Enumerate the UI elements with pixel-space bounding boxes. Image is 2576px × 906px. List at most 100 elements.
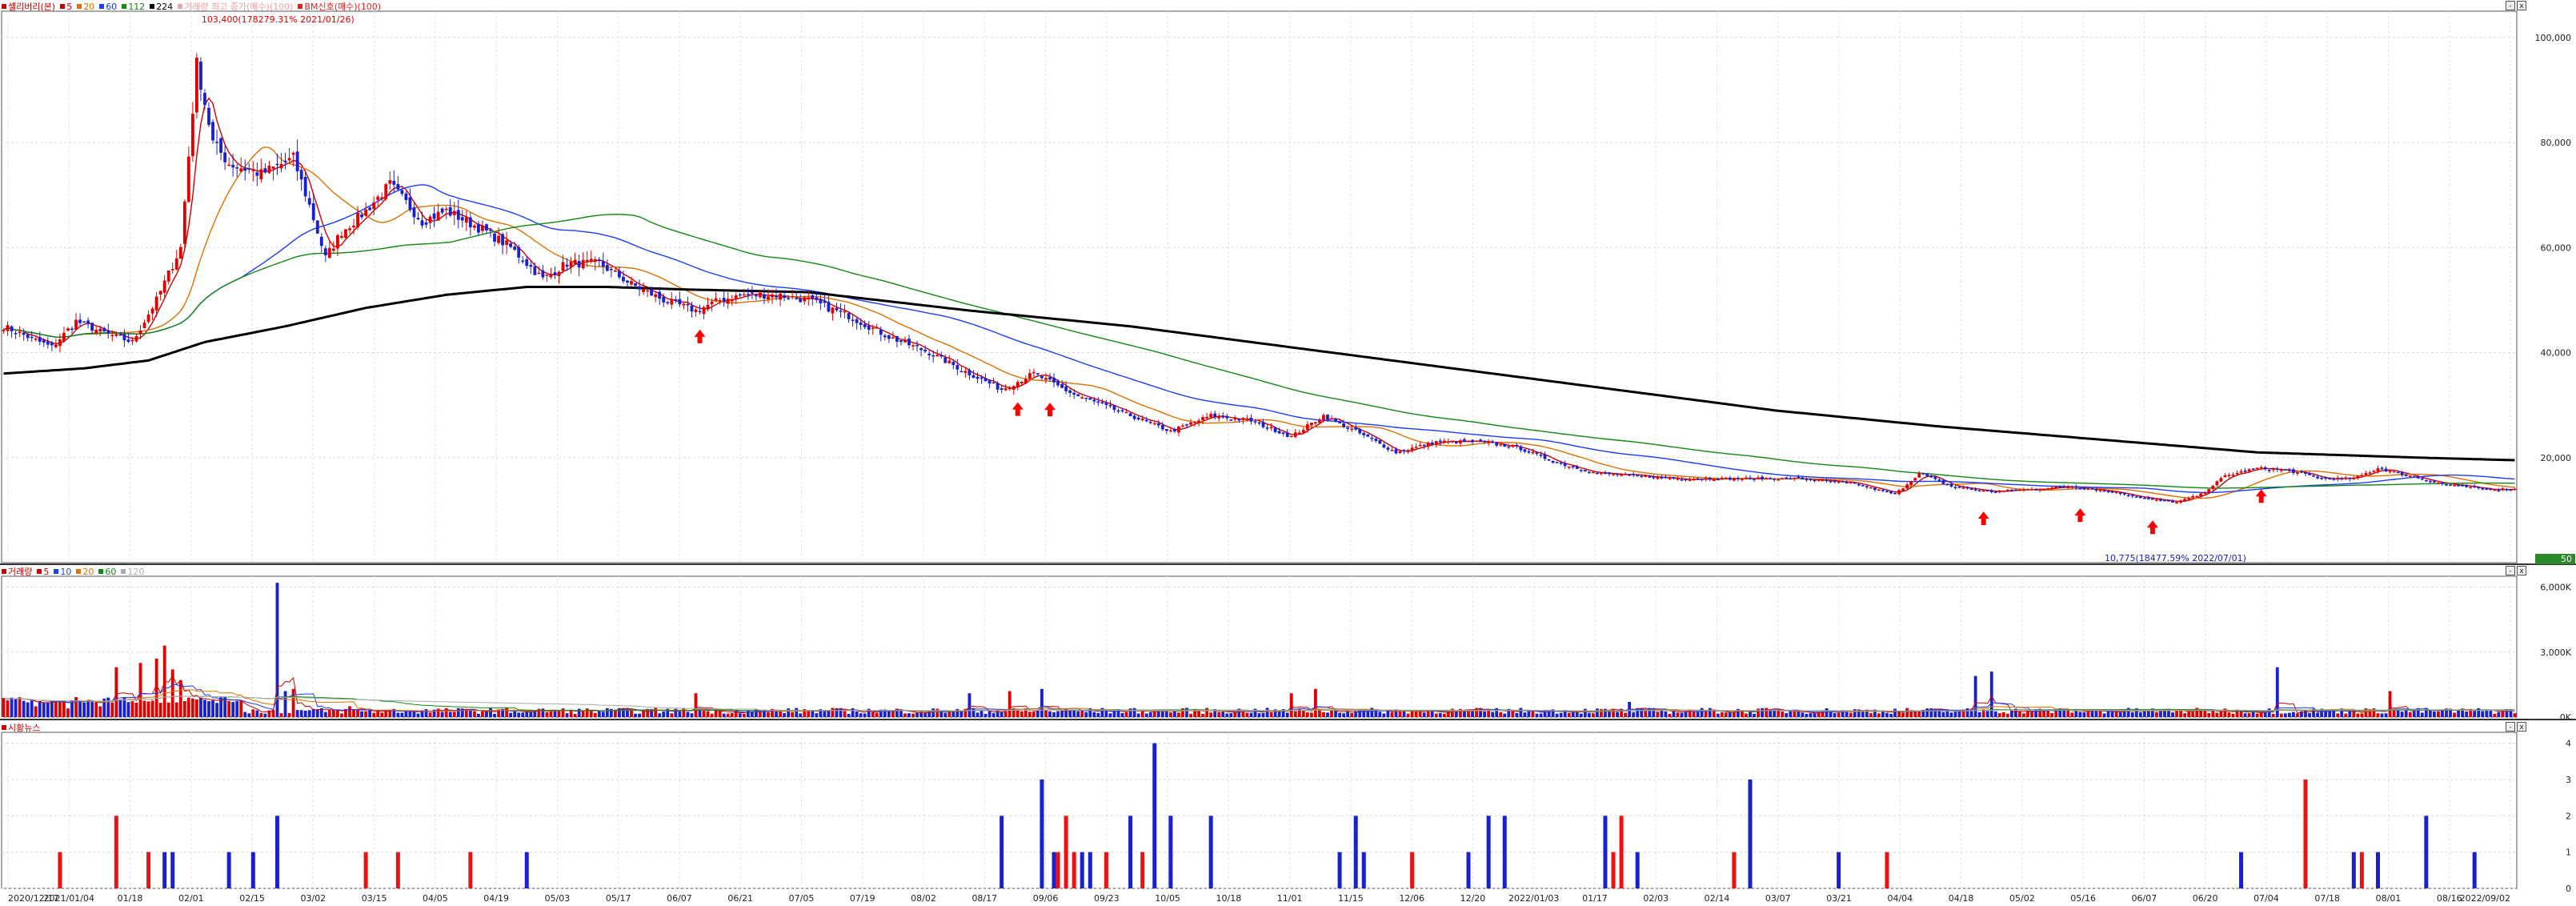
news-bar [1353,816,1358,888]
candle-body [372,202,376,210]
candle-body [634,283,637,287]
volume-bar [642,711,646,717]
volume-bar [150,700,154,717]
candle-body [666,302,670,303]
volume-bar [2396,710,2400,717]
volume-legend-item[interactable]: 거래량 [2,565,32,578]
candle-body [2207,489,2211,493]
price-legend-item[interactable]: 20 [77,2,94,12]
candle-body [2271,468,2275,471]
candle-body [1692,479,1696,480]
candle-body [2211,485,2215,490]
volume-bar [2437,711,2440,717]
candle-body [2320,478,2324,479]
volume-legend-item[interactable]: 20 [76,567,94,577]
candle-body [593,259,597,263]
volume-bar [1008,691,1012,717]
news-legend-item[interactable]: 시황뉴스 [2,721,40,734]
candle-body [227,164,231,166]
candle-body [1330,418,1333,420]
price-legend-item[interactable]: 5 [60,2,72,12]
minimize-button[interactable]: - [2506,566,2515,575]
minimize-button[interactable]: - [2506,722,2515,732]
volume-bar [456,708,460,717]
volume-bar [1301,711,1305,717]
candle-body [658,291,662,299]
volume-bar [955,708,959,717]
candle-body [1012,386,1016,390]
volume-bar [1692,712,1696,717]
news-bar [1088,852,1092,888]
candle-body [2235,472,2239,475]
volume-bar [1044,710,1048,717]
candle-body [178,247,182,259]
price-legend-item[interactable]: 60 [99,2,117,12]
volume-bar [2420,712,2424,717]
volume-bar [706,711,710,717]
candle-body [259,169,263,179]
volume-legend-item[interactable]: 5 [37,567,49,577]
volume-bar [1909,711,1913,717]
candle-body [2215,481,2219,486]
news-bar [1128,816,1133,888]
minimize-button[interactable]: - [2506,1,2515,10]
news-bar [2376,852,2381,888]
volume-bar [1136,713,1140,717]
candle-body [2340,478,2344,480]
close-button[interactable]: x [2517,722,2526,732]
close-button[interactable]: x [2517,566,2526,575]
volume-legend-item[interactable]: 120 [121,567,144,577]
volume-bar [1720,712,1724,717]
candle-body [396,183,400,190]
candle-body [146,315,150,323]
legend-swatch [76,569,82,574]
candle-body [2360,475,2364,476]
volume-bar [38,701,42,717]
candle-body [1406,450,1410,452]
news-bar [1040,779,1044,888]
volume-bar [947,712,951,717]
volume-bar [122,697,126,717]
price-legend-item[interactable]: 224 [150,2,173,12]
volume-bar [1809,713,1813,717]
volume-bar [315,709,319,717]
candle-body [2473,486,2477,487]
candle-body [1048,377,1052,380]
candle-body [1539,454,1543,456]
close-button[interactable]: x [2517,1,2526,10]
candle-body [2267,470,2271,471]
candle-body [2404,475,2408,476]
candle-body [1761,476,1765,479]
volume-bar [2457,710,2460,717]
volume-legend-item[interactable]: 60 [98,567,116,577]
volume-bar [2388,691,2392,717]
candle-body [10,326,14,331]
x-tick-label: 2022/09/02 [2460,893,2510,904]
volume-bar [2187,712,2191,717]
candle-body [170,269,174,271]
candle-body [2062,486,2066,488]
x-tick-label: 2022/01/03 [1508,893,1559,904]
candle-body [46,341,50,345]
price-legend-item[interactable]: 셀리버리(본) [2,0,55,13]
news-bar [1502,816,1507,888]
candle-body [1265,427,1269,429]
candle-body [1809,479,1813,481]
volume-bar [30,700,34,717]
candle-body [883,335,887,338]
candle-body [1583,470,1587,472]
price-legend-item[interactable]: 거래량 최고 종가(매수)(100) [178,0,293,13]
volume-bar [211,700,214,717]
volume-bar [1269,712,1273,717]
candle-body [1668,478,1672,479]
price-legend-item[interactable]: BM신호(매수)(100) [298,0,381,13]
volume-legend-item[interactable]: 10 [54,567,71,577]
volume-bar [2207,712,2211,717]
stock-chart[interactable]: 20,00040,00060,00080,000100,0002020/12/1… [0,0,2576,906]
candle-body [2287,469,2291,471]
x-tick-label: 06/21 [727,893,753,904]
volume-bar [1761,708,1765,717]
price-y-tick: 60,000 [2541,243,2572,253]
price-legend-item[interactable]: 112 [122,2,145,12]
volume-bar [444,708,448,717]
